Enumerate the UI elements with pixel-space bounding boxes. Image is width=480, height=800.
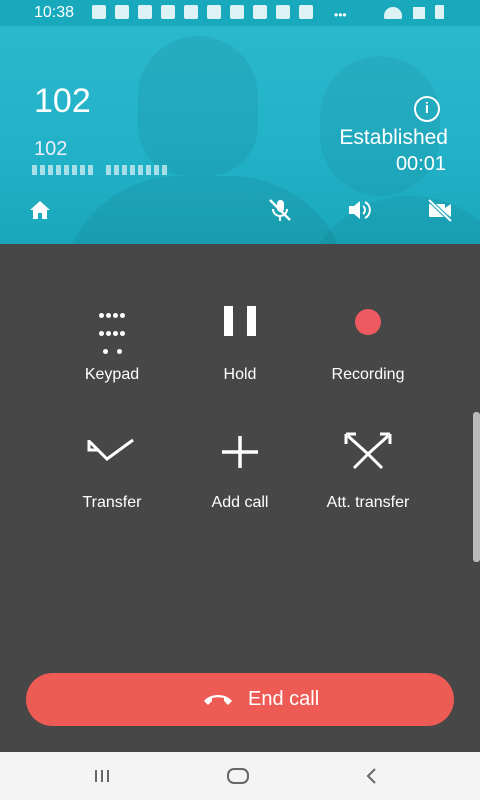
transfer-icon xyxy=(87,438,134,461)
add-call-button[interactable]: Add call xyxy=(175,434,305,512)
home-button-icon[interactable] xyxy=(224,762,252,790)
gallery-icon xyxy=(299,5,313,19)
app-icon xyxy=(276,5,290,19)
mail-icon xyxy=(184,5,198,19)
back-icon[interactable] xyxy=(358,762,386,790)
scrollbar[interactable] xyxy=(473,412,480,562)
end-call-label: End call xyxy=(248,688,320,710)
att-transfer-button[interactable]: Att. transfer xyxy=(303,432,433,512)
caller-subnumber: 102 xyxy=(34,138,68,160)
hold-button[interactable]: Hold xyxy=(175,306,305,384)
keypad-button[interactable]: Keypad xyxy=(47,306,177,384)
caller-silhouette-body xyxy=(60,176,350,244)
end-call-button[interactable]: End call xyxy=(26,673,454,726)
keypad-label: Keypad xyxy=(84,366,140,383)
mail-icon xyxy=(207,5,221,19)
status-bar: 10:38 ••• xyxy=(0,0,480,26)
battery-icon xyxy=(435,5,444,19)
youtube-icon xyxy=(92,5,106,19)
recent-apps-icon[interactable] xyxy=(88,762,116,790)
pause-icon xyxy=(175,306,305,366)
mic-off-icon[interactable] xyxy=(266,196,294,224)
system-icons xyxy=(378,5,444,24)
transfer-label: Transfer xyxy=(82,494,142,511)
app-icon xyxy=(115,5,129,19)
transfer-button[interactable]: Transfer xyxy=(47,434,177,512)
attended-transfer-icon xyxy=(344,432,392,470)
call-state: Established xyxy=(339,126,448,149)
wifi-icon xyxy=(384,7,403,19)
hold-label: Hold xyxy=(223,366,257,383)
system-nav-bar xyxy=(0,752,480,800)
record-icon xyxy=(355,309,381,335)
home-icon[interactable] xyxy=(26,196,54,224)
missed-call-icon xyxy=(253,5,267,19)
recording-label: Recording xyxy=(331,366,405,383)
add-call-label: Add call xyxy=(211,494,269,511)
phone-icon xyxy=(138,5,152,19)
hang-up-icon xyxy=(204,695,232,705)
call-header: 102 102 i Established 00:01 xyxy=(0,26,480,244)
video-off-icon[interactable] xyxy=(426,196,454,224)
recording-button[interactable]: Recording xyxy=(303,306,433,384)
plus-icon xyxy=(222,436,258,468)
gmail-icon xyxy=(230,5,244,19)
speaker-icon[interactable] xyxy=(346,196,374,224)
call-duration: 00:01 xyxy=(395,153,446,175)
status-time: 10:38 xyxy=(34,4,75,21)
et-icon xyxy=(161,5,175,19)
audio-level-meter xyxy=(32,165,94,175)
keypad-icon xyxy=(98,306,126,360)
info-icon[interactable]: i xyxy=(414,96,440,122)
notification-icons: ••• xyxy=(92,5,356,24)
audio-level-meter xyxy=(106,165,168,175)
att-transfer-label: Att. transfer xyxy=(326,494,410,511)
more-icon: ••• xyxy=(334,8,347,22)
caller-number: 102 xyxy=(34,82,91,120)
signal-icon xyxy=(412,7,425,19)
caller-silhouette xyxy=(138,36,258,176)
